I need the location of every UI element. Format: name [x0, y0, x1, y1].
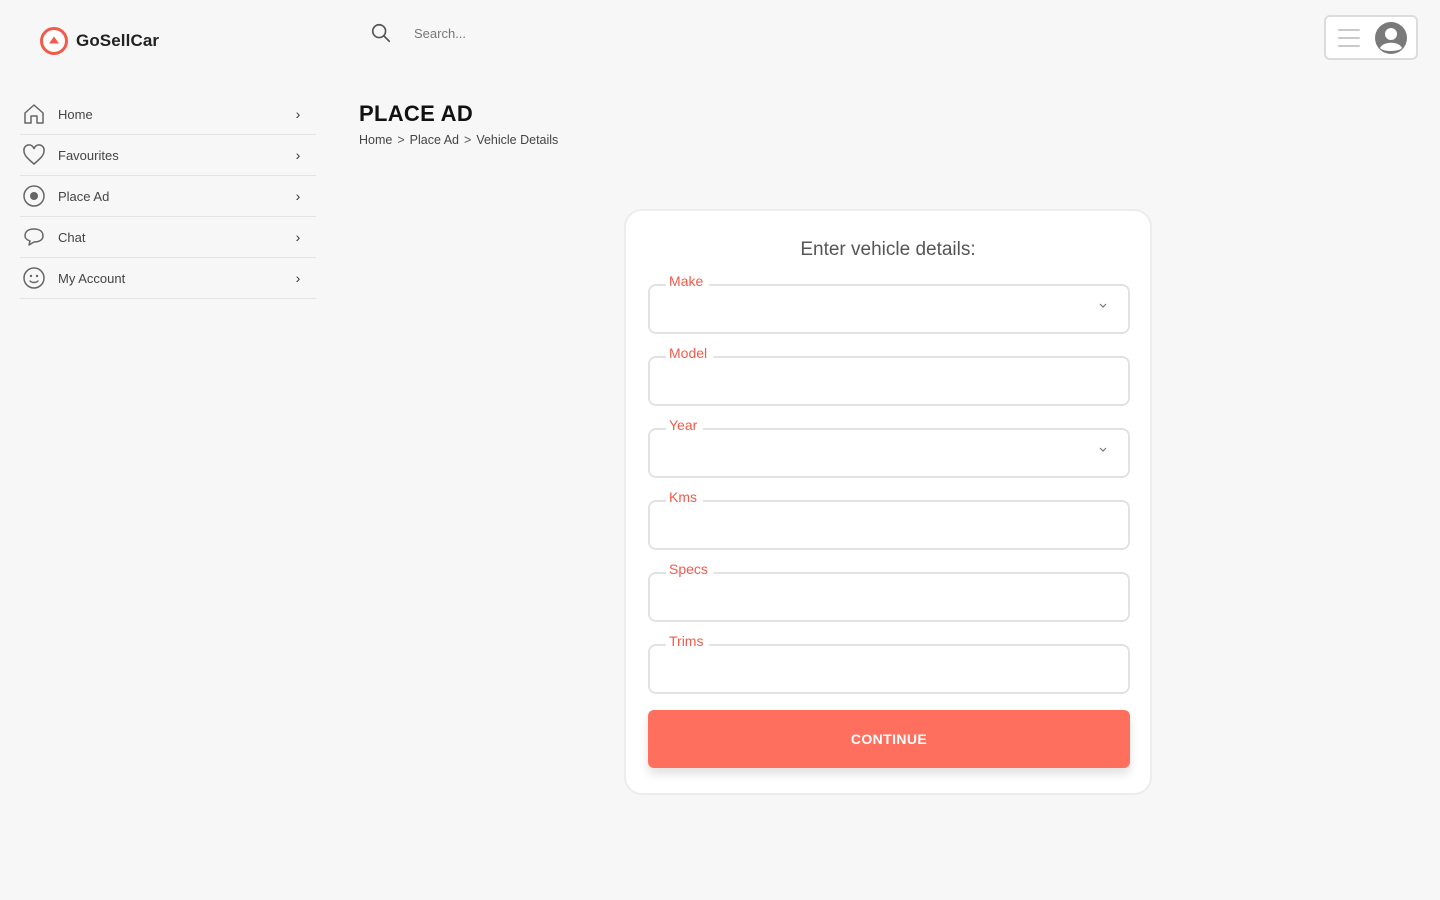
sidebar-nav: Home › Favourites › Place Ad › Chat › My…	[20, 94, 316, 299]
user-avatar-icon[interactable]	[1374, 21, 1408, 55]
make-select[interactable]: Make	[648, 273, 1130, 334]
specs-label: Specs	[666, 561, 714, 577]
user-menu[interactable]	[1324, 15, 1418, 60]
form-title: Enter vehicle details:	[800, 239, 976, 260]
make-select-box[interactable]	[648, 284, 1130, 334]
sidebar-item-my-account[interactable]: My Account ›	[20, 258, 316, 299]
model-label: Model	[666, 345, 714, 361]
chevron-down-icon	[1099, 447, 1107, 452]
app-name: GoSellCar	[76, 31, 160, 50]
specs-field[interactable]: Specs	[648, 561, 1130, 622]
chevron-right-icon: ›	[295, 270, 301, 286]
search-icon[interactable]	[370, 22, 392, 44]
sidebar-item-label: Home	[58, 106, 93, 122]
plus-circle-icon	[20, 182, 48, 210]
chevron-right-icon: ›	[295, 188, 301, 204]
sidebar-item-label: Favourites	[58, 147, 119, 163]
chevron-right-icon: ›	[295, 147, 301, 163]
home-icon	[20, 100, 48, 128]
breadcrumb-vehicle-details: Vehicle Details	[476, 133, 559, 147]
page-title: PLACE AD	[359, 101, 474, 126]
trims-input[interactable]	[648, 644, 1130, 694]
breadcrumb-separator: >	[464, 133, 472, 147]
vehicle-details-card: Enter vehicle details: Make Model Year K…	[624, 209, 1152, 795]
trims-label: Trims	[666, 633, 710, 649]
breadcrumb-separator: >	[397, 133, 405, 147]
make-label: Make	[666, 273, 710, 289]
kms-input[interactable]	[648, 500, 1130, 550]
breadcrumb: Home > Place Ad > Vehicle Details	[359, 133, 558, 147]
year-select[interactable]: Year	[648, 417, 1130, 478]
model-field[interactable]: Model	[648, 345, 1130, 406]
sidebar-item-label: Chat	[58, 229, 86, 245]
trims-field[interactable]: Trims	[648, 633, 1130, 694]
sidebar-item-home[interactable]: Home ›	[20, 94, 316, 135]
hamburger-menu-icon[interactable]	[1338, 28, 1360, 47]
heart-icon	[20, 141, 48, 169]
model-input[interactable]	[648, 356, 1130, 406]
chevron-down-icon	[1099, 303, 1107, 308]
sidebar-item-chat[interactable]: Chat ›	[20, 217, 316, 258]
year-select-box[interactable]	[648, 428, 1130, 478]
sidebar-item-place-ad[interactable]: Place Ad ›	[20, 176, 316, 217]
chevron-right-icon: ›	[295, 106, 301, 122]
search-input[interactable]	[414, 25, 714, 41]
chat-bubble-icon	[20, 223, 48, 251]
kms-field[interactable]: Kms	[648, 489, 1130, 550]
sidebar-item-label: Place Ad	[58, 188, 110, 204]
continue-button[interactable]: CONTINUE	[648, 710, 1130, 768]
breadcrumb-place-ad[interactable]: Place Ad	[410, 133, 459, 147]
app-logo[interactable]: GoSellCar	[40, 27, 159, 55]
logo-icon	[40, 27, 68, 55]
sidebar-item-favourites[interactable]: Favourites ›	[20, 135, 316, 176]
user-circle-icon	[20, 264, 48, 292]
specs-input[interactable]	[648, 572, 1130, 622]
chevron-right-icon: ›	[295, 229, 301, 245]
kms-label: Kms	[666, 489, 703, 505]
sidebar-item-label: My Account	[58, 270, 126, 286]
year-label: Year	[666, 417, 704, 433]
search-bar	[370, 22, 714, 44]
breadcrumb-home[interactable]: Home	[359, 133, 392, 147]
